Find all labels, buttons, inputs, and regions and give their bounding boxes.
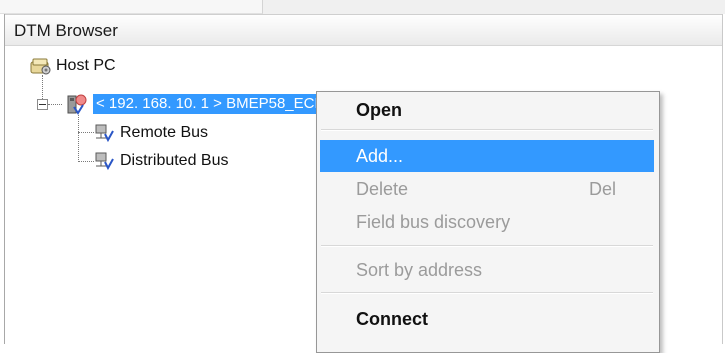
bus-dtm-icon [94, 151, 116, 171]
menu-item-connect[interactable]: Connect [320, 303, 654, 335]
menu-item-field-bus-discovery[interactable]: Field bus discovery [320, 206, 654, 238]
menu-item-label: Sort by address [356, 260, 483, 280]
collapse-toggle-icon[interactable] [37, 99, 48, 110]
tree-node-label: Host PC [56, 57, 116, 74]
tree-connector [78, 132, 94, 133]
tree-connector [42, 75, 43, 99]
menu-item-add[interactable]: Add... [320, 140, 654, 172]
top-strip [0, 0, 725, 14]
panel-title: DTM Browser [14, 21, 118, 40]
tree-node-label: Remote Bus [120, 124, 209, 141]
tree-connector [78, 161, 94, 162]
menu-item-label: Delete [356, 179, 409, 199]
tree-node-distributed-bus[interactable]: Distributed Bus [94, 150, 229, 172]
host-pc-icon [30, 56, 52, 76]
menu-item-label: Open [356, 100, 403, 120]
bus-dtm-icon [94, 123, 116, 143]
upper-tab[interactable] [0, 0, 263, 14]
panel-titlebar: DTM Browser [5, 14, 722, 46]
menu-separator [321, 245, 653, 247]
menu-item-shortcut: Del [588, 179, 616, 199]
tree-node-label: Distributed Bus [120, 152, 229, 169]
menu-item-label: Field bus discovery [356, 212, 511, 232]
menu-item-label: Add... [356, 146, 404, 166]
tree-node-host-pc[interactable]: Host PC [30, 55, 116, 77]
menu-item-label: Connect [356, 309, 428, 329]
tree-node-remote-bus[interactable]: Remote Bus [94, 122, 208, 144]
menu-item-sort-by-address[interactable]: Sort by address [320, 254, 654, 286]
tree-connector [48, 104, 62, 105]
menu-item-delete[interactable]: Delete Del [320, 173, 654, 205]
plc-controller-icon [65, 94, 87, 115]
tree-connector [78, 115, 79, 162]
tree-node-controller[interactable]: < 192. 168. 10. 1 > BMEP58_ECPU [65, 93, 339, 115]
menu-separator [321, 292, 653, 294]
context-menu: Open Add... Delete Del Field bus discove… [316, 91, 660, 353]
tree-node-label-selected: < 192. 168. 10. 1 > BMEP58_ECPU [93, 94, 339, 114]
menu-item-open[interactable]: Open [320, 94, 654, 126]
menu-separator [321, 129, 653, 131]
